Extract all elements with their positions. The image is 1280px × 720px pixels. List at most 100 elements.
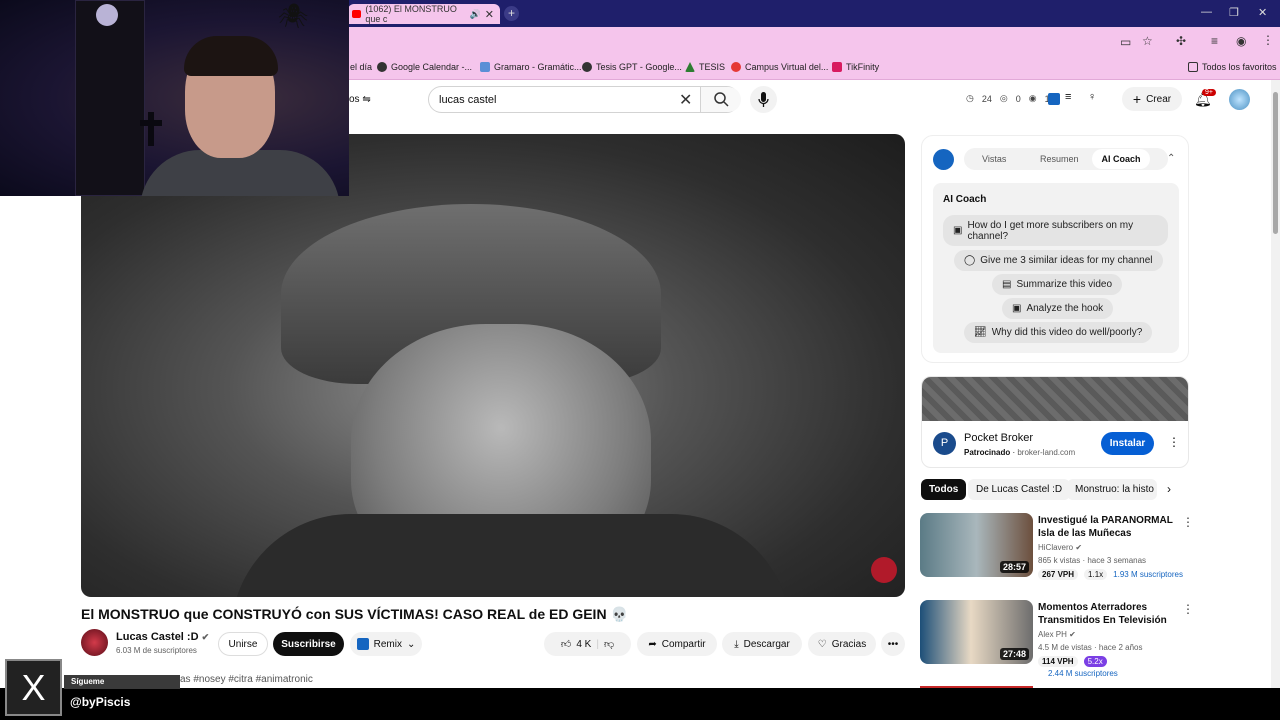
gramaro-icon xyxy=(480,62,490,72)
account-avatar[interactable] xyxy=(1229,89,1250,110)
coach-question-subscribers[interactable]: ▣ How do I get more subscribers on my cha… xyxy=(943,215,1168,246)
lightbulb-icon: ◯ xyxy=(964,255,976,266)
calendar-icon xyxy=(377,62,387,72)
bookmark-item[interactable]: Google Calendar -... xyxy=(377,62,472,72)
tab-vistas[interactable]: Vistas xyxy=(982,154,1006,164)
cross-icon xyxy=(140,112,162,146)
voice-search-button[interactable] xyxy=(750,86,777,113)
recommendation-channel[interactable]: HiClavero ✔ xyxy=(1038,543,1082,552)
bookmark-item[interactable]: Gramaro - Gramátic... xyxy=(480,62,582,72)
folder-icon xyxy=(1188,62,1198,72)
vph-badge: 267 VPH xyxy=(1038,569,1079,580)
multiplier-badge: 1.1x xyxy=(1084,569,1108,580)
recommendation-more-icon[interactable]: ⋮ xyxy=(1182,602,1194,616)
vidiq-stats[interactable]: ◷24 ◎0 ◉1 xyxy=(966,93,1050,104)
bookmark-star-icon[interactable]: ☆ xyxy=(1142,34,1153,48)
recommendation-item[interactable]: 28:57 Investigué la PARANORMAL Isla de l… xyxy=(920,513,1194,580)
minimize-button[interactable]: — xyxy=(1201,6,1212,18)
drive-icon xyxy=(685,62,695,72)
recommendation-title[interactable]: Momentos Aterradores Transmitidos En Tel… xyxy=(1038,601,1178,627)
share-icon: ➦ xyxy=(648,638,657,650)
chip-topic[interactable]: Monstruo: la histo xyxy=(1067,479,1157,500)
ad-install-button[interactable]: Instalar xyxy=(1101,432,1154,455)
recommendation-meta: 865 k vistas · hace 3 semanas xyxy=(1038,556,1147,565)
page-scrollbar-thumb[interactable] xyxy=(1273,92,1278,234)
chip-channel[interactable]: De Lucas Castel :D xyxy=(968,479,1071,500)
bookmark-item[interactable]: el día xyxy=(350,62,372,72)
all-bookmarks[interactable]: Todos los favoritos xyxy=(1188,62,1277,72)
download-icon: ⤓ xyxy=(734,638,739,650)
bookmark-item[interactable]: TESIS xyxy=(685,62,725,72)
dislike-icon[interactable]: 👎︎ xyxy=(604,638,614,650)
recommendation-thumbnail[interactable]: 28:57 xyxy=(920,513,1033,577)
video-player[interactable] xyxy=(81,134,905,597)
search-box[interactable]: ✕ xyxy=(428,86,741,113)
divider: | xyxy=(596,638,599,650)
chip-all[interactable]: Todos xyxy=(921,479,967,500)
chart-icon: 📈︎ xyxy=(974,327,987,338)
search-input[interactable] xyxy=(439,92,669,108)
more-actions-button[interactable]: ••• xyxy=(881,632,905,656)
new-tab-button[interactable]: + xyxy=(504,6,519,21)
profile-icon[interactable]: ◉ xyxy=(1236,34,1246,48)
cast-icon[interactable]: ▭ xyxy=(1120,35,1131,49)
tab-ai-coach[interactable]: AI Coach xyxy=(1092,149,1150,169)
achievement-icon[interactable]: ♀ xyxy=(1088,91,1096,103)
close-window-button[interactable]: ✕ xyxy=(1258,6,1267,19)
search-button[interactable] xyxy=(700,87,741,112)
document-icon: ▤ xyxy=(1002,279,1012,290)
coach-question-summarize[interactable]: ▤ Summarize this video xyxy=(992,274,1123,295)
like-dislike-group: 👍︎ 4 K | 👎︎ xyxy=(544,632,631,656)
video-title: El MONSTRUO que CONSTRUYÓ con SUS VÍCTIM… xyxy=(81,606,628,622)
chips-next-chevron-icon[interactable]: › xyxy=(1167,482,1171,496)
recommendation-title[interactable]: Investigué la PARANORMAL Isla de las Muñ… xyxy=(1038,514,1178,540)
collapse-chevron-icon[interactable]: ⌃ xyxy=(1167,153,1175,164)
share-button[interactable]: ➦ Compartir xyxy=(637,632,717,656)
vidiq-badges: 114 VPH 5.2x xyxy=(1038,656,1107,667)
channel-name[interactable]: Lucas Castel :D ✔ xyxy=(116,631,209,643)
thanks-button[interactable]: ♡ Gracias xyxy=(808,632,876,656)
recommendation-more-icon[interactable]: ⋮ xyxy=(1182,515,1194,529)
browser-tab-active[interactable]: (1062) El MONSTRUO que c 🔊 ✕ xyxy=(348,4,500,24)
media-control-icon[interactable]: ≡ xyxy=(1211,34,1218,48)
bookmark-item[interactable]: Campus Virtual del... xyxy=(731,62,828,72)
streamer-webcam: 🕷︎ xyxy=(0,0,349,196)
like-icon[interactable]: 👍︎ xyxy=(561,638,571,650)
ad-more-icon[interactable]: ⋮ xyxy=(1168,435,1180,449)
verified-icon: ✔ xyxy=(201,632,210,642)
sponsored-ad[interactable]: P Pocket Broker Patrocinado · broker-lan… xyxy=(921,376,1189,468)
chrome-menu-icon[interactable]: ⋮ xyxy=(1262,33,1274,47)
ad-banner-image xyxy=(922,377,1188,421)
description-tags[interactable]: as #nosey #citra #animatronic xyxy=(180,674,313,685)
create-button[interactable]: + Crear xyxy=(1122,87,1182,111)
vidiq-icon[interactable] xyxy=(1048,93,1060,105)
extensions-icon[interactable]: ✣ xyxy=(1176,34,1186,48)
maximize-button[interactable]: ❐ xyxy=(1229,6,1239,19)
filters-label[interactable]: os ⇋ xyxy=(349,94,371,105)
subscribe-button[interactable]: Suscribirse xyxy=(273,632,344,656)
clear-search-icon[interactable]: ✕ xyxy=(679,90,692,110)
tab-resumen[interactable]: Resumen xyxy=(1040,154,1079,164)
bookmark-item[interactable]: TikFinity xyxy=(832,62,879,72)
recommendation-item[interactable]: 27:48 Momentos Aterradores Transmitidos … xyxy=(920,600,1194,678)
tab-close-icon[interactable]: ✕ xyxy=(485,8,494,21)
coach-question-performance[interactable]: 📈︎ Why did this video do well/poorly? xyxy=(964,322,1153,343)
channel-watermark-icon[interactable] xyxy=(871,557,897,583)
webcam-person-hair xyxy=(184,36,278,76)
recommendation-channel[interactable]: Alex PH ✔ xyxy=(1038,630,1076,639)
remix-button[interactable]: Remix ⌄ xyxy=(350,632,422,656)
vidiq-menu-icon[interactable]: ≡ xyxy=(1065,91,1071,103)
coach-question-ideas[interactable]: ◯ Give me 3 similar ideas for my channel xyxy=(954,250,1163,271)
more-horizontal-icon: ••• xyxy=(887,638,899,650)
coach-question-hook[interactable]: ▣ Analyze the hook xyxy=(1002,298,1114,319)
multiplier-badge: 5.2x xyxy=(1083,656,1107,667)
chatgpt-icon xyxy=(582,62,592,72)
skull-icon xyxy=(96,4,118,26)
bookmark-item[interactable]: Tesis GPT - Google... xyxy=(582,62,682,72)
recommendation-thumbnail[interactable]: 27:48 xyxy=(920,600,1033,664)
download-button[interactable]: ⤓ Descargar xyxy=(722,632,802,656)
plus-icon: + xyxy=(1132,91,1142,107)
join-button[interactable]: Unirse xyxy=(218,632,268,656)
channel-avatar[interactable] xyxy=(81,629,108,656)
hashtags[interactable]: #nosey #citra #animatronic xyxy=(193,674,313,685)
